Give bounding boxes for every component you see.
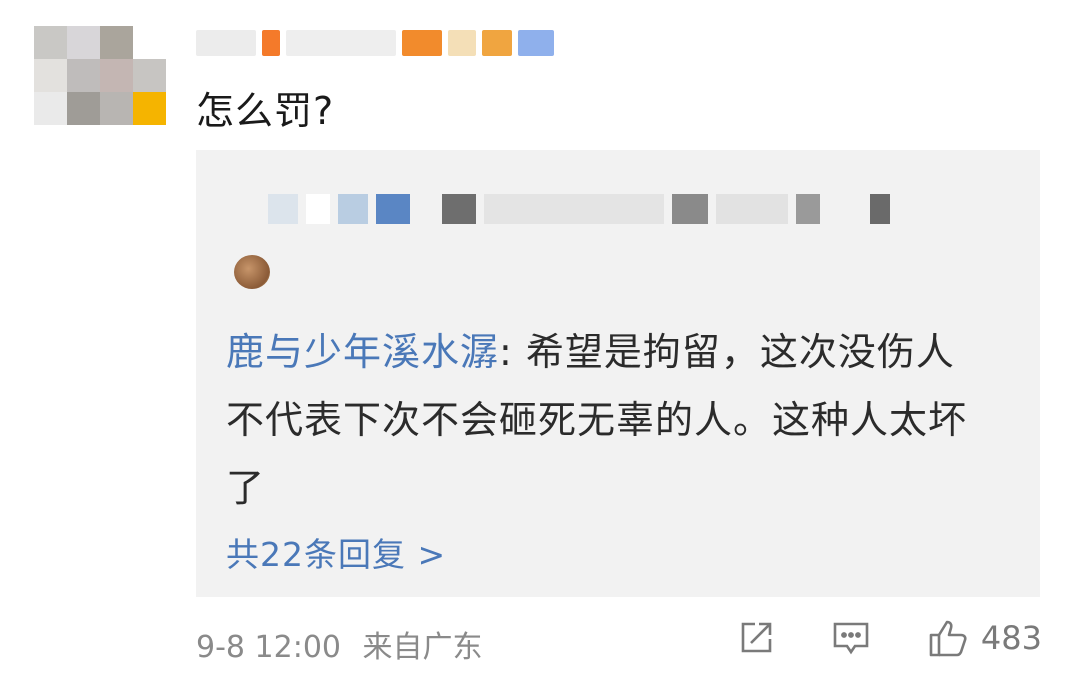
comment-meta: 9-8 12:00 来自广东 [196, 622, 483, 666]
username-redacted[interactable] [196, 28, 586, 58]
emoji-icon [234, 255, 270, 289]
view-replies-link[interactable]: 共22条回复 > [226, 528, 446, 576]
timestamp: 9-8 12:00 [196, 630, 341, 665]
redacted-reply-line [268, 192, 978, 226]
thumbs-up-icon [929, 620, 967, 657]
reply-box[interactable]: 鹿与少年溪水潺: 希望是拘留，这次没伤人不代表下次不会砸死无辜的人。这种人太坏了… [196, 150, 1040, 597]
comment-button[interactable] [831, 619, 871, 657]
location-source: 来自广东 [362, 630, 483, 665]
action-bar: 483 [737, 618, 1042, 658]
reply-author-link[interactable]: 鹿与少年溪水潺 [226, 330, 499, 374]
reply-separator: : [499, 330, 526, 374]
share-button[interactable] [737, 619, 775, 657]
like-count: 483 [980, 619, 1042, 657]
comment-icon [833, 622, 869, 655]
share-icon [741, 622, 772, 653]
reply-content: 鹿与少年溪水潺: 希望是拘留，这次没伤人不代表下次不会砸死无辜的人。这种人太坏了 [226, 318, 986, 522]
comment-text: 怎么罚? [196, 89, 335, 133]
like-button[interactable]: 483 [927, 618, 1042, 658]
avatar[interactable] [34, 26, 166, 126]
